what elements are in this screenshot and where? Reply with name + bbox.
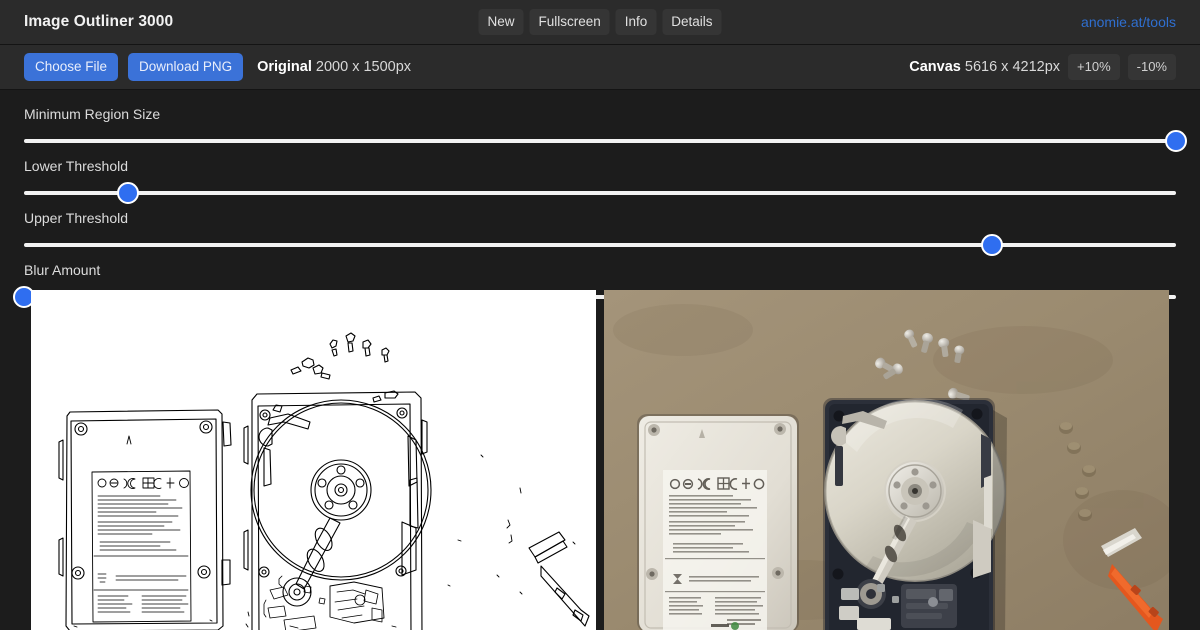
- download-png-button[interactable]: Download PNG: [128, 52, 244, 82]
- slider-track-lower-threshold[interactable]: [24, 191, 1176, 195]
- file-toolbar: Choose File Download PNG Original 2000 x…: [0, 45, 1200, 90]
- canvas-size-info: Canvas 5616 x 4212px: [909, 59, 1060, 75]
- label-minimum-region-size: Minimum Region Size: [24, 106, 161, 122]
- zoom-in-button[interactable]: +10%: [1068, 54, 1120, 80]
- slider-thumb-minimum-region-size[interactable]: [1165, 130, 1187, 152]
- zoom-out-button[interactable]: -10%: [1127, 54, 1176, 80]
- slider-lower-threshold[interactable]: [24, 182, 1176, 204]
- original-preview[interactable]: [604, 290, 1169, 630]
- label-lower-threshold: Lower Threshold: [24, 158, 129, 174]
- choose-file-button[interactable]: Choose File: [24, 52, 119, 82]
- nav-button-fullscreen[interactable]: Fullscreen: [529, 8, 610, 36]
- canvas-controls: Canvas 5616 x 4212px +10% -10%: [905, 54, 1176, 80]
- nav-button-details[interactable]: Details: [662, 8, 722, 36]
- site-link[interactable]: anomie.at/tools: [1081, 14, 1176, 30]
- canvas-dimensions: 5616 x 4212px: [964, 59, 1061, 75]
- slider-thumb-upper-threshold[interactable]: [980, 234, 1003, 256]
- canvas-label: Canvas: [909, 59, 961, 75]
- control-minimum-region-size: Minimum Region Size: [24, 100, 1187, 152]
- control-lower-threshold: Lower Threshold: [24, 152, 1176, 204]
- outline-preview-graphic: [31, 290, 596, 630]
- original-label: Original: [257, 59, 312, 75]
- slider-track-upper-threshold[interactable]: [24, 243, 1176, 247]
- label-blur-amount: Blur Amount: [24, 262, 101, 278]
- label-upper-threshold: Upper Threshold: [24, 210, 129, 226]
- parameter-controls: Minimum Region Size Lower Threshold Uppe…: [0, 90, 1200, 308]
- outline-preview[interactable]: [31, 290, 596, 630]
- control-upper-threshold: Upper Threshold: [24, 204, 1176, 256]
- slider-track-minimum-region-size[interactable]: [24, 139, 1176, 143]
- header-nav: New Fullscreen Info Details: [478, 8, 722, 36]
- original-preview-photo: [604, 290, 1169, 630]
- slider-upper-threshold[interactable]: [24, 234, 1176, 256]
- slider-thumb-lower-threshold[interactable]: [116, 182, 139, 204]
- original-dimensions: 2000 x 1500px: [315, 59, 412, 75]
- preview-panels: [31, 290, 1169, 630]
- nav-button-info[interactable]: Info: [615, 8, 657, 36]
- app-header: Image Outliner 3000 New Fullscreen Info …: [0, 0, 1200, 45]
- nav-button-new[interactable]: New: [478, 8, 524, 36]
- original-size-info: Original 2000 x 1500px: [257, 59, 411, 75]
- slider-minimum-region-size[interactable]: [24, 130, 1187, 152]
- page-title: Image Outliner 3000: [24, 13, 174, 30]
